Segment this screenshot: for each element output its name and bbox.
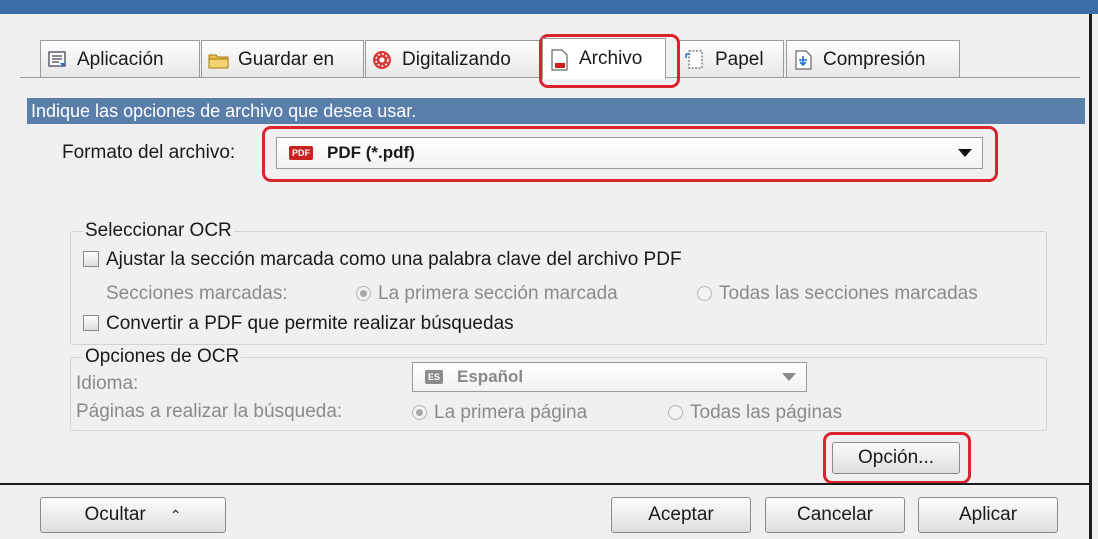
- tab-label: Guardar en: [238, 48, 335, 70]
- folder-icon: [208, 50, 230, 70]
- tab-digitalizando[interactable]: Digitalizando: [365, 40, 541, 78]
- pdf-icon: PDF: [289, 146, 313, 160]
- keyword-checkbox-label: Ajustar la sección marcada como una pala…: [106, 249, 682, 270]
- hide-button-label: Ocultar: [84, 504, 146, 525]
- cancel-button[interactable]: Cancelar: [765, 497, 905, 533]
- first-marked-radio[interactable]: [356, 286, 371, 301]
- chevron-down-icon: [782, 373, 796, 381]
- keyword-checkbox[interactable]: [83, 251, 99, 267]
- instruction-bar: Indique las opciones de archivo que dese…: [27, 98, 1085, 124]
- paper-icon: [685, 49, 707, 70]
- language-select[interactable]: ES Español: [412, 362, 807, 392]
- scanning-icon: [372, 50, 394, 70]
- marked-sections-label: Secciones marcadas:: [106, 283, 288, 304]
- all-marked-label: Todas las secciones marcadas: [719, 283, 978, 304]
- language-label: Idioma:: [76, 373, 139, 394]
- footer-separator: [0, 483, 1089, 485]
- hide-button[interactable]: Ocultar ⌃: [40, 497, 226, 533]
- first-marked-label: La primera sección marcada: [378, 283, 618, 304]
- tab-aplicacion[interactable]: Aplicación: [40, 40, 200, 78]
- chevron-up-icon: ⌃: [169, 506, 182, 523]
- compression-icon: [793, 49, 815, 70]
- all-pages-radio[interactable]: [668, 405, 683, 420]
- first-page-label: La primera página: [434, 402, 588, 423]
- language-value: Español: [457, 367, 524, 386]
- searchable-checkbox[interactable]: [83, 315, 99, 331]
- window-title-bar: [0, 0, 1098, 14]
- tab-guardar-en[interactable]: Guardar en: [201, 40, 364, 78]
- tab-compresion[interactable]: Compresión: [786, 40, 960, 78]
- apply-button[interactable]: Aplicar: [918, 497, 1058, 533]
- all-marked-radio[interactable]: [697, 286, 712, 301]
- tab-archivo[interactable]: Archivo: [542, 38, 666, 79]
- file-format-select[interactable]: PDF PDF (*.pdf): [276, 137, 983, 169]
- file-icon: [549, 49, 571, 71]
- tab-label: Compresión: [823, 48, 926, 70]
- all-pages-label: Todas las páginas: [690, 402, 843, 423]
- ocr-select-legend: Seleccionar OCR: [85, 220, 232, 241]
- ocr-options-legend: Opciones de OCR: [85, 346, 240, 367]
- accept-button[interactable]: Aceptar: [611, 497, 751, 533]
- tab-label: Aplicación: [77, 48, 164, 70]
- first-page-radio[interactable]: [412, 405, 427, 420]
- tab-label: Papel: [715, 48, 764, 70]
- searchable-checkbox-label: Convertir a PDF que permite realizar bús…: [106, 313, 514, 334]
- tab-papel[interactable]: Papel: [678, 40, 784, 78]
- file-format-label: Formato del archivo:: [62, 142, 236, 163]
- application-icon: [47, 50, 69, 70]
- chevron-down-icon: [958, 149, 972, 157]
- file-format-value: PDF (*.pdf): [327, 143, 415, 162]
- pages-label: Páginas a realizar la búsqueda:: [76, 401, 343, 422]
- option-button[interactable]: Opción...: [832, 442, 960, 474]
- language-flag-icon: ES: [425, 370, 444, 384]
- tab-label: Archivo: [579, 48, 643, 69]
- tab-label: Digitalizando: [402, 48, 511, 70]
